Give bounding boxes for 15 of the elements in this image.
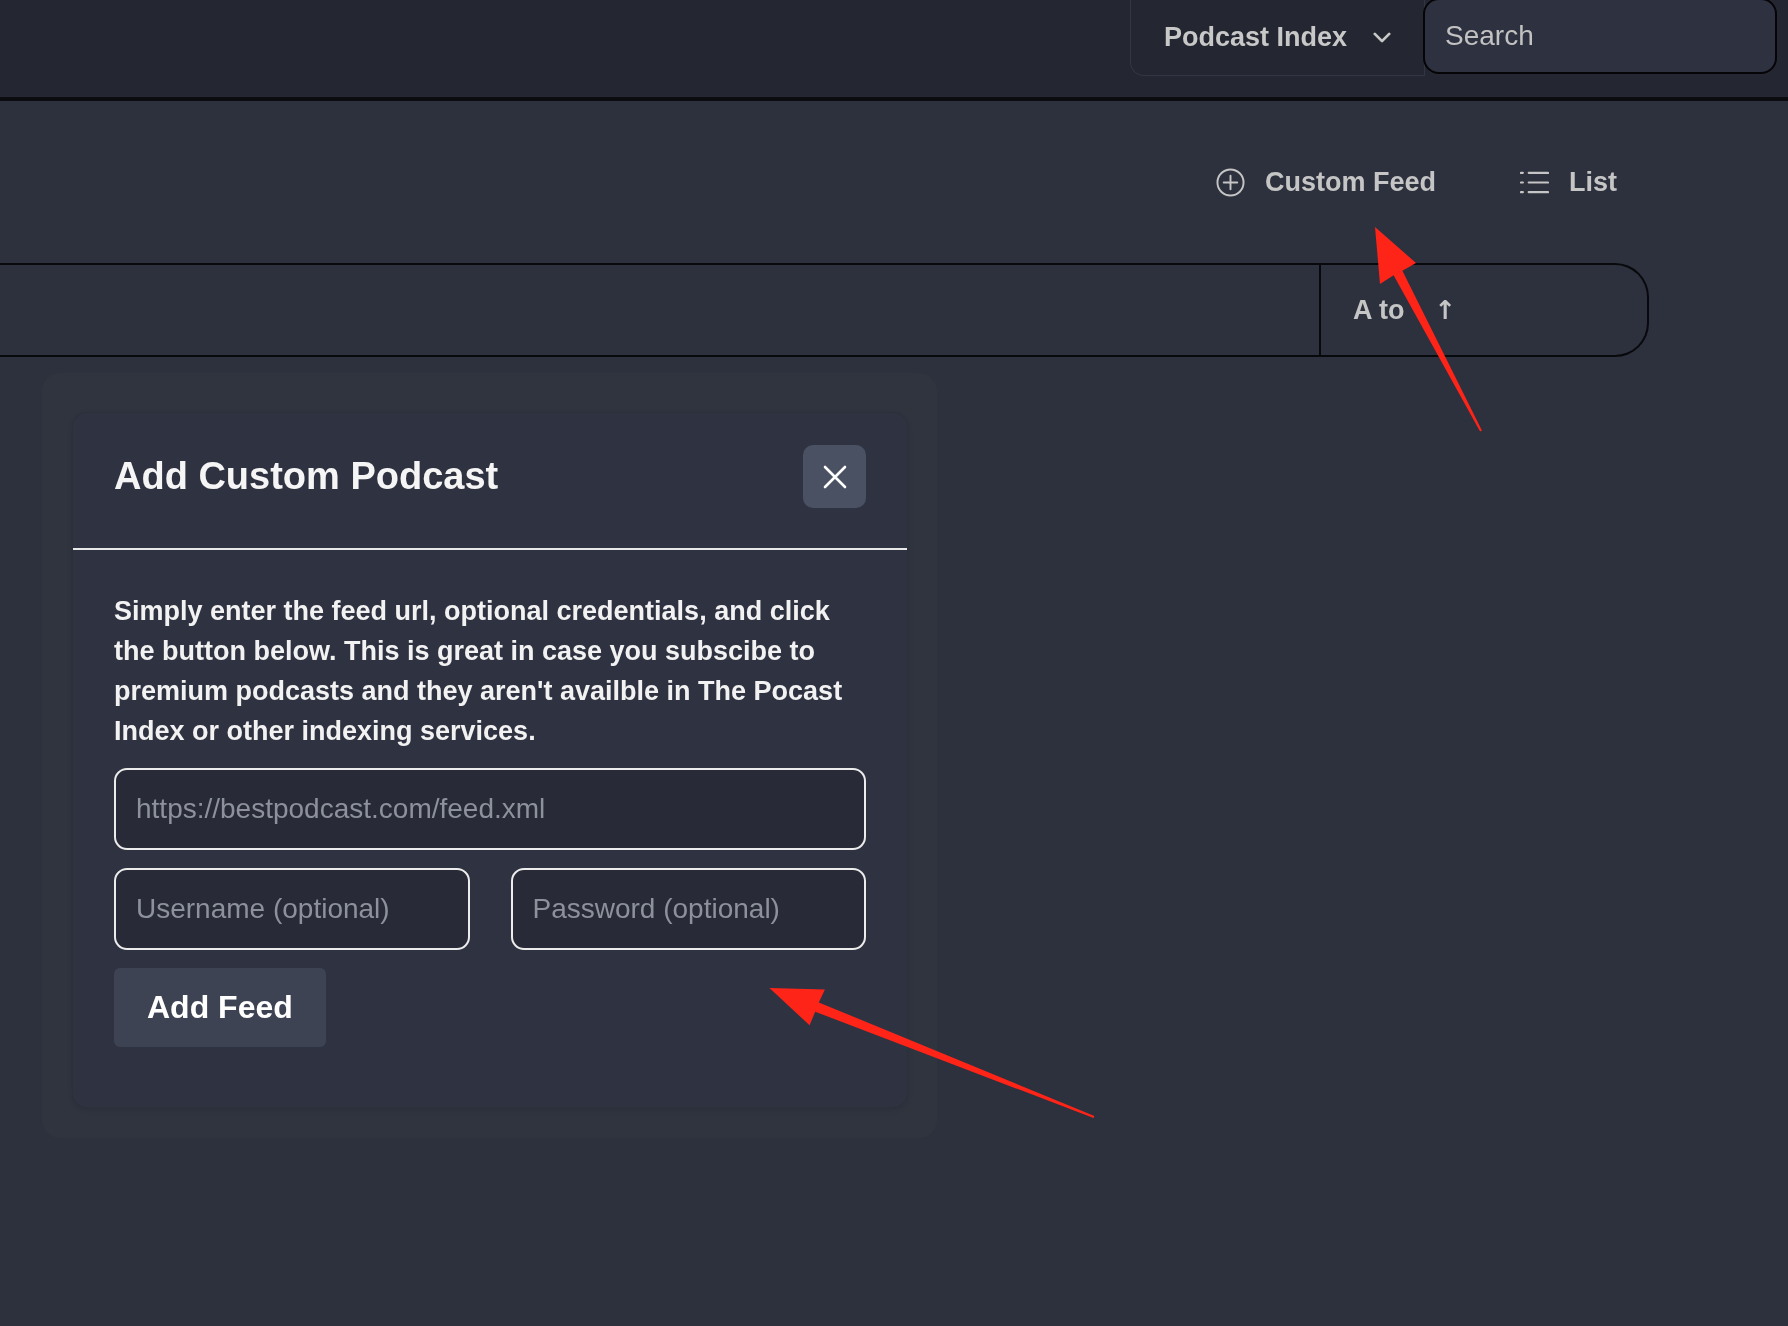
feed-url-field[interactable]: https://bestpodcast.com/feed.xml xyxy=(114,768,866,850)
list-view-button[interactable]: List xyxy=(1520,166,1617,198)
close-icon xyxy=(822,464,847,489)
add-feed-button[interactable]: Add Feed xyxy=(114,968,326,1047)
plus-circle-icon xyxy=(1215,167,1245,197)
username-field[interactable]: Username (optional) xyxy=(114,868,470,950)
description-text: Simply enter the feed url, optional credentials, and click the button below. This is great in case you subscibe to premium podcasts and they aren't availble in The Pocast Index or other indexing services. xyxy=(114,595,844,748)
search-field[interactable]: Search xyxy=(1423,0,1777,74)
modal-title: Add Custom Podcast xyxy=(114,455,499,498)
close-button[interactable] xyxy=(803,445,866,508)
custom-feed-button[interactable]: Custom Feed xyxy=(1215,166,1436,198)
chevron-down-icon xyxy=(1373,32,1392,43)
password-field[interactable]: Password (optional) xyxy=(510,868,866,950)
source-dropdown[interactable]: Podcast Index xyxy=(1130,0,1425,76)
sort-button[interactable]: A to ↑ xyxy=(1321,265,1647,355)
